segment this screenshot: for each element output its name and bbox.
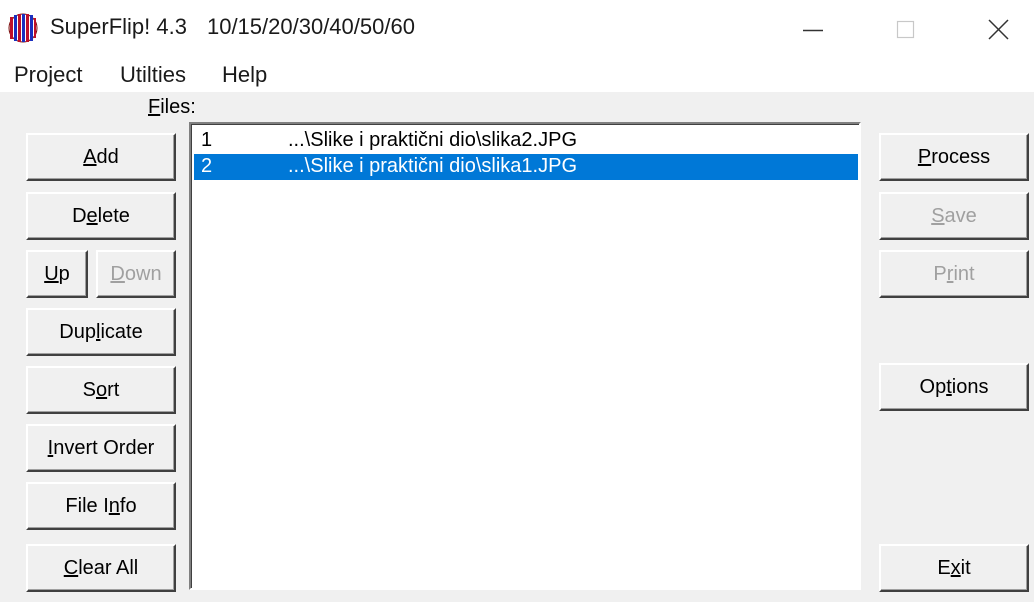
sort-button[interactable]: So rt (26, 366, 176, 414)
title-bar: SuperFlip! 4.3 10/15/20/30/40/50/60 (0, 0, 1034, 58)
close-button[interactable] (955, 0, 1034, 58)
file-list-item[interactable]: 1 ...\Slike i praktični dio\slika2.JPG (194, 128, 858, 154)
menu-project[interactable]: Project (14, 62, 82, 88)
window-title: SuperFlip! 4.3 10/15/20/30/40/50/60 (50, 14, 415, 40)
maximize-icon (896, 20, 915, 39)
invert-order-button[interactable]: Invert Order (26, 424, 176, 472)
app-name: SuperFlip! 4.3 (50, 14, 187, 39)
superflip-app-icon (8, 13, 38, 43)
print-button[interactable]: Pr int (879, 250, 1029, 298)
file-path: ...\Slike i praktični dio\slika2.JPG (288, 129, 577, 151)
files-label: Files: (148, 96, 196, 118)
close-icon (988, 19, 1009, 40)
file-number: 1 (201, 129, 213, 151)
file-path: ...\Slike i praktični dio\slika1.JPG (288, 155, 577, 177)
file-list-item-selected[interactable]: 2 ...\Slike i praktični dio\slika1.JPG (194, 154, 858, 180)
menu-help[interactable]: Help (222, 62, 267, 88)
save-button[interactable]: Save (879, 192, 1029, 240)
options-button[interactable]: Op t ions (879, 363, 1029, 411)
file-number: 2 (201, 155, 213, 177)
file-info-button[interactable]: File In fo (26, 482, 176, 530)
process-button[interactable]: Process (879, 133, 1029, 181)
up-button[interactable]: Up (26, 250, 88, 298)
add-button[interactable]: Add (26, 133, 176, 181)
menu-utilities[interactable]: Utilties (120, 62, 186, 88)
clear-all-button[interactable]: Clear All (26, 544, 176, 592)
down-button[interactable]: Down (96, 250, 176, 298)
files-listbox[interactable]: 1 ...\Slike i praktični dio\slika2.JPG 2… (189, 122, 861, 590)
minimize-icon (803, 29, 823, 32)
duplicate-button[interactable]: Dup l icate (26, 308, 176, 356)
menu-bar: Project Utilties Help (0, 58, 1034, 92)
delete-button[interactable]: De lete (26, 192, 176, 240)
window-subtitle: 10/15/20/30/40/50/60 (206, 14, 415, 39)
exit-button[interactable]: Ex it (879, 544, 1029, 592)
maximize-button[interactable] (862, 0, 952, 58)
minimize-button[interactable] (770, 0, 860, 58)
